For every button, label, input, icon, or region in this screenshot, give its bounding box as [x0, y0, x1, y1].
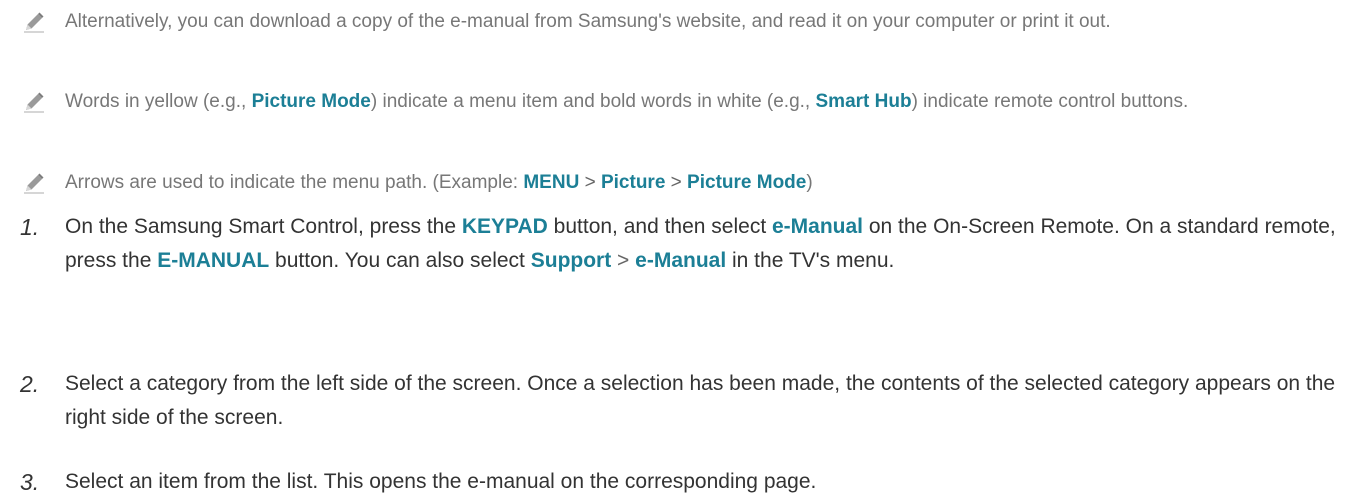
highlighted-term: E-MANUAL — [157, 249, 270, 272]
step-text: Select a category from the left side of … — [65, 367, 1340, 435]
highlighted-term: Picture — [600, 172, 666, 193]
text-run: ) indicate a menu item and bold words in… — [370, 91, 816, 112]
step-2: 2. Select a category from the left side … — [20, 367, 1340, 435]
highlighted-term: Smart Hub — [815, 91, 912, 112]
note-download: Alternatively, you can download a copy o… — [22, 6, 1342, 38]
note-text: Words in yellow (e.g., Picture Mode) ind… — [65, 86, 1342, 118]
highlighted-term: e-Manual — [635, 249, 727, 272]
step-text: Select an item from the list. This opens… — [65, 465, 1340, 499]
text-run: Arrows are used to indicate the menu pat… — [65, 172, 524, 193]
step-number: 2. — [20, 371, 40, 397]
manual-page: Alternatively, you can download a copy o… — [0, 0, 1360, 504]
text-run: ) indicate remote control buttons. — [911, 91, 1189, 112]
path-separator: > — [665, 172, 688, 193]
path-separator: > — [611, 249, 636, 272]
highlighted-term: Support — [530, 249, 612, 272]
step-number: 3. — [20, 469, 40, 495]
note-menu-path: Arrows are used to indicate the menu pat… — [22, 167, 1342, 199]
text-run: button. You can also select — [269, 249, 531, 272]
highlighted-term: Picture Mode — [251, 91, 371, 112]
highlighted-term: Picture Mode — [687, 172, 807, 193]
note-text: Arrows are used to indicate the menu pat… — [65, 167, 1342, 199]
text-run: Select a category from the left side of … — [65, 372, 1336, 429]
path-separator: > — [579, 172, 601, 193]
note-text: Alternatively, you can download a copy o… — [65, 6, 1342, 38]
text-run: Alternatively, you can download a copy o… — [65, 11, 1111, 32]
pencil-icon — [24, 173, 44, 194]
step-1: 1. On the Samsung Smart Control, press t… — [20, 210, 1340, 278]
text-run: in the TV's menu. — [726, 249, 895, 272]
text-run: button, and then select — [547, 215, 772, 238]
note-text-colors: Words in yellow (e.g., Picture Mode) ind… — [22, 86, 1342, 118]
text-run: On the Samsung Smart Control, press the — [65, 215, 462, 238]
text-run: Words in yellow (e.g., — [65, 91, 252, 112]
highlighted-term: KEYPAD — [461, 215, 548, 238]
step-number: 1. — [20, 214, 40, 240]
step-3: 3. Select an item from the list. This op… — [20, 465, 1340, 499]
text-run: Select an item from the list. This opens… — [65, 470, 817, 493]
text-run: ) — [806, 172, 813, 193]
pencil-icon — [24, 92, 44, 113]
step-text: On the Samsung Smart Control, press the … — [65, 210, 1340, 278]
pencil-icon — [24, 12, 44, 33]
highlighted-term: e-Manual — [772, 215, 864, 238]
highlighted-term: MENU — [523, 172, 580, 193]
